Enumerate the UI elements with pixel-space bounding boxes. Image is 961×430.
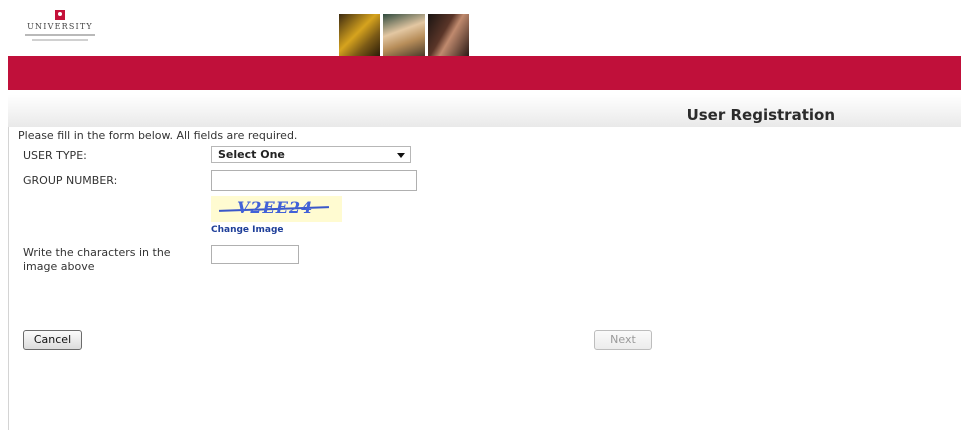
logo-name: UNIVERSITY (27, 22, 93, 31)
university-logo: UNIVERSITY (18, 10, 102, 54)
user-type-selected-value: Select One (218, 148, 285, 161)
captcha-text: V2EE24 (237, 198, 314, 217)
captcha-image: V2EE24 (211, 196, 342, 222)
header-photo-2 (383, 14, 425, 56)
group-number-label: GROUP NUMBER: (23, 174, 118, 187)
title-strip: User Registration (8, 95, 961, 127)
university-shield-icon (55, 10, 65, 20)
header-photo-1 (339, 14, 381, 56)
logo-subtitle-line (25, 34, 95, 36)
captcha-input[interactable] (211, 245, 299, 264)
cancel-button[interactable]: Cancel (23, 330, 82, 350)
next-button[interactable]: Next (594, 330, 652, 350)
left-border (8, 95, 9, 430)
page-title: User Registration (686, 106, 835, 124)
header-photo-3 (427, 14, 469, 56)
group-number-input[interactable] (211, 170, 417, 191)
brand-bar (8, 56, 961, 90)
header-photo-strip (339, 14, 469, 56)
chevron-down-icon (397, 153, 405, 158)
logo-subtitle-line-2 (32, 39, 88, 41)
form-instructions: Please fill in the form below. All field… (18, 129, 298, 142)
captcha-label: Write the characters in the image above (23, 246, 171, 273)
user-type-label: USER TYPE: (23, 149, 87, 162)
user-type-select[interactable]: Select One (211, 146, 411, 163)
change-image-link[interactable]: Change Image (211, 225, 284, 235)
